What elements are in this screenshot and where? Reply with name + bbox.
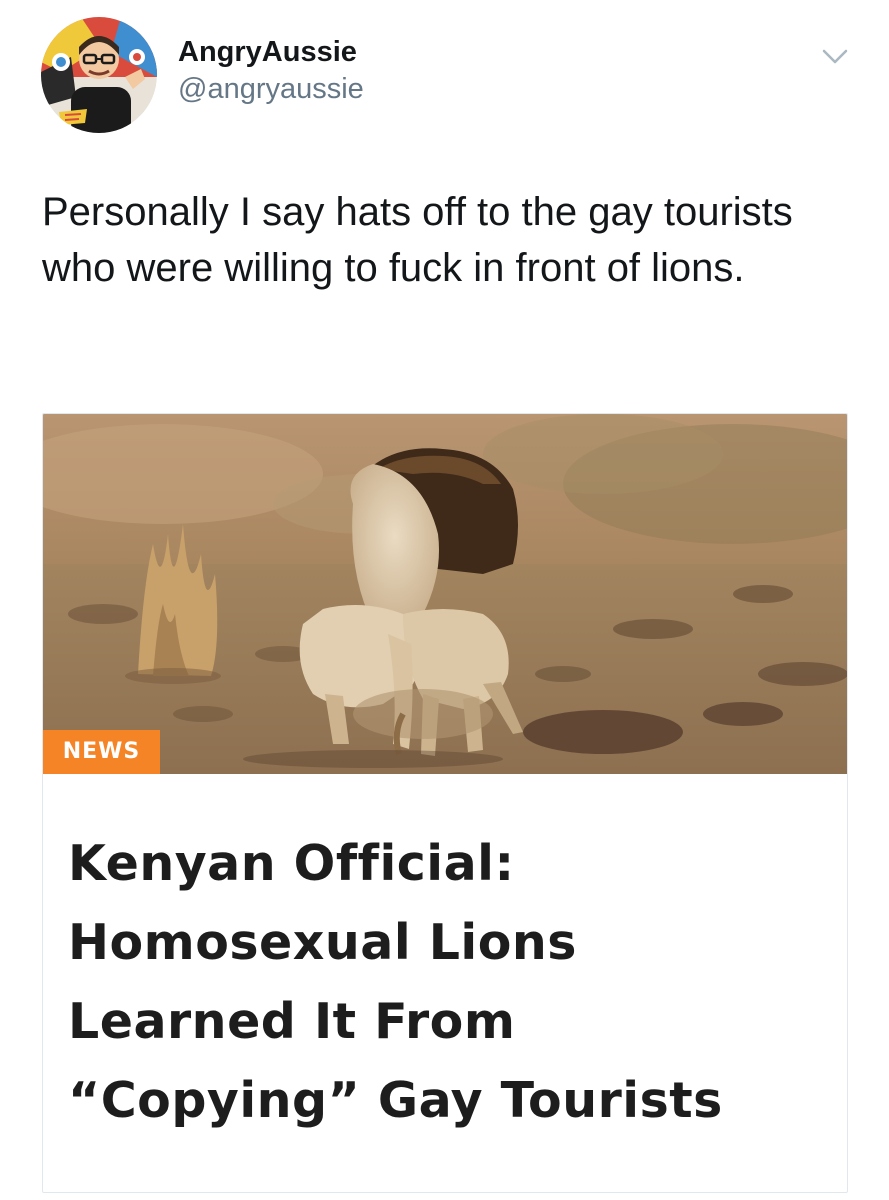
news-badge: NEWS — [43, 730, 160, 774]
headline-line: “Copying” Gay Tourists — [68, 1072, 723, 1129]
headline-line: Learned It From — [68, 993, 516, 1050]
author-info[interactable]: AngryAussie @angryaussie — [178, 36, 364, 106]
link-card[interactable]: NEWS Kenyan Official: Homosexual Lions L… — [42, 413, 848, 1193]
lion-photo — [43, 414, 847, 774]
tweet: AngryAussie @angryaussie Personally I sa… — [0, 0, 889, 1200]
headline-line: Kenyan Official: — [68, 835, 515, 892]
avatar[interactable] — [41, 17, 157, 133]
avatar-illustration — [41, 17, 157, 133]
card-headline: Kenyan Official: Homosexual Lions Learne… — [68, 824, 828, 1140]
display-name[interactable]: AngryAussie — [178, 36, 364, 68]
handle[interactable]: @angryaussie — [178, 72, 364, 106]
tweet-menu-button[interactable] — [818, 44, 852, 70]
chevron-down-icon — [822, 49, 848, 64]
tweet-text: Personally I say hats off to the gay tou… — [42, 190, 793, 290]
headline-line: Homosexual Lions — [68, 914, 577, 971]
